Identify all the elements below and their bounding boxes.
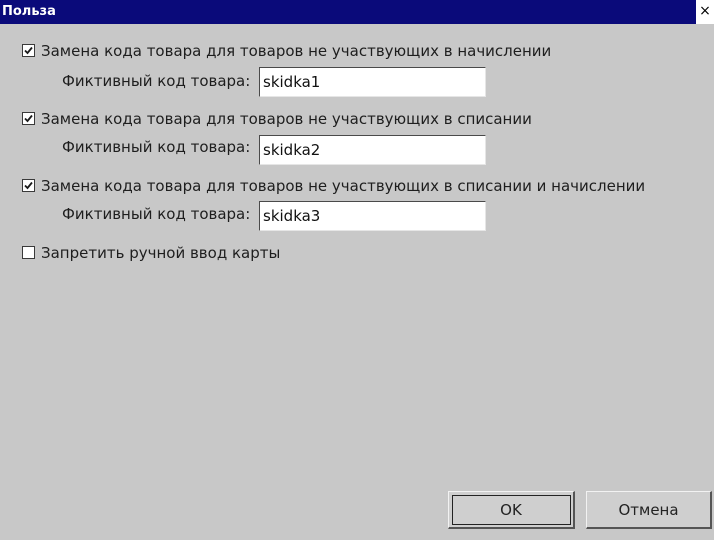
- check-icon: [24, 181, 33, 190]
- close-button[interactable]: ×: [696, 0, 714, 24]
- fake-code-input-writeoff-accrual[interactable]: [259, 201, 486, 231]
- checkbox-manual-card-label: Запретить ручной ввод карты: [41, 244, 281, 262]
- checkbox-accrual[interactable]: [22, 44, 35, 57]
- checkbox-writeoff-label: Замена кода товара для товаров не участв…: [41, 110, 532, 128]
- check-icon: [24, 46, 33, 55]
- checkbox-accrual-label: Замена кода товара для товаров не участв…: [41, 42, 552, 60]
- check-icon: [24, 114, 33, 123]
- checkbox-writeoff[interactable]: [22, 112, 35, 125]
- checkbox-manual-card[interactable]: [22, 246, 35, 259]
- fake-code-label-writeoff: Фиктивный код товара:: [62, 138, 251, 156]
- fake-code-label-accrual: Фиктивный код товара:: [62, 72, 251, 90]
- checkbox-writeoff-accrual[interactable]: [22, 179, 35, 192]
- fake-code-input-accrual[interactable]: [259, 67, 486, 97]
- cancel-button[interactable]: Отмена: [586, 491, 712, 529]
- fake-code-input-writeoff[interactable]: [259, 135, 486, 165]
- window-title: Польза: [2, 4, 56, 19]
- title-bar: Польза ×: [0, 0, 714, 24]
- ok-button[interactable]: OK: [448, 491, 575, 529]
- fake-code-label-writeoff-accrual: Фиктивный код товара:: [62, 205, 251, 223]
- checkbox-writeoff-accrual-label: Замена кода товара для товаров не участв…: [41, 177, 646, 195]
- settings-dialog: Польза × Замена кода товара для товаров …: [0, 0, 714, 540]
